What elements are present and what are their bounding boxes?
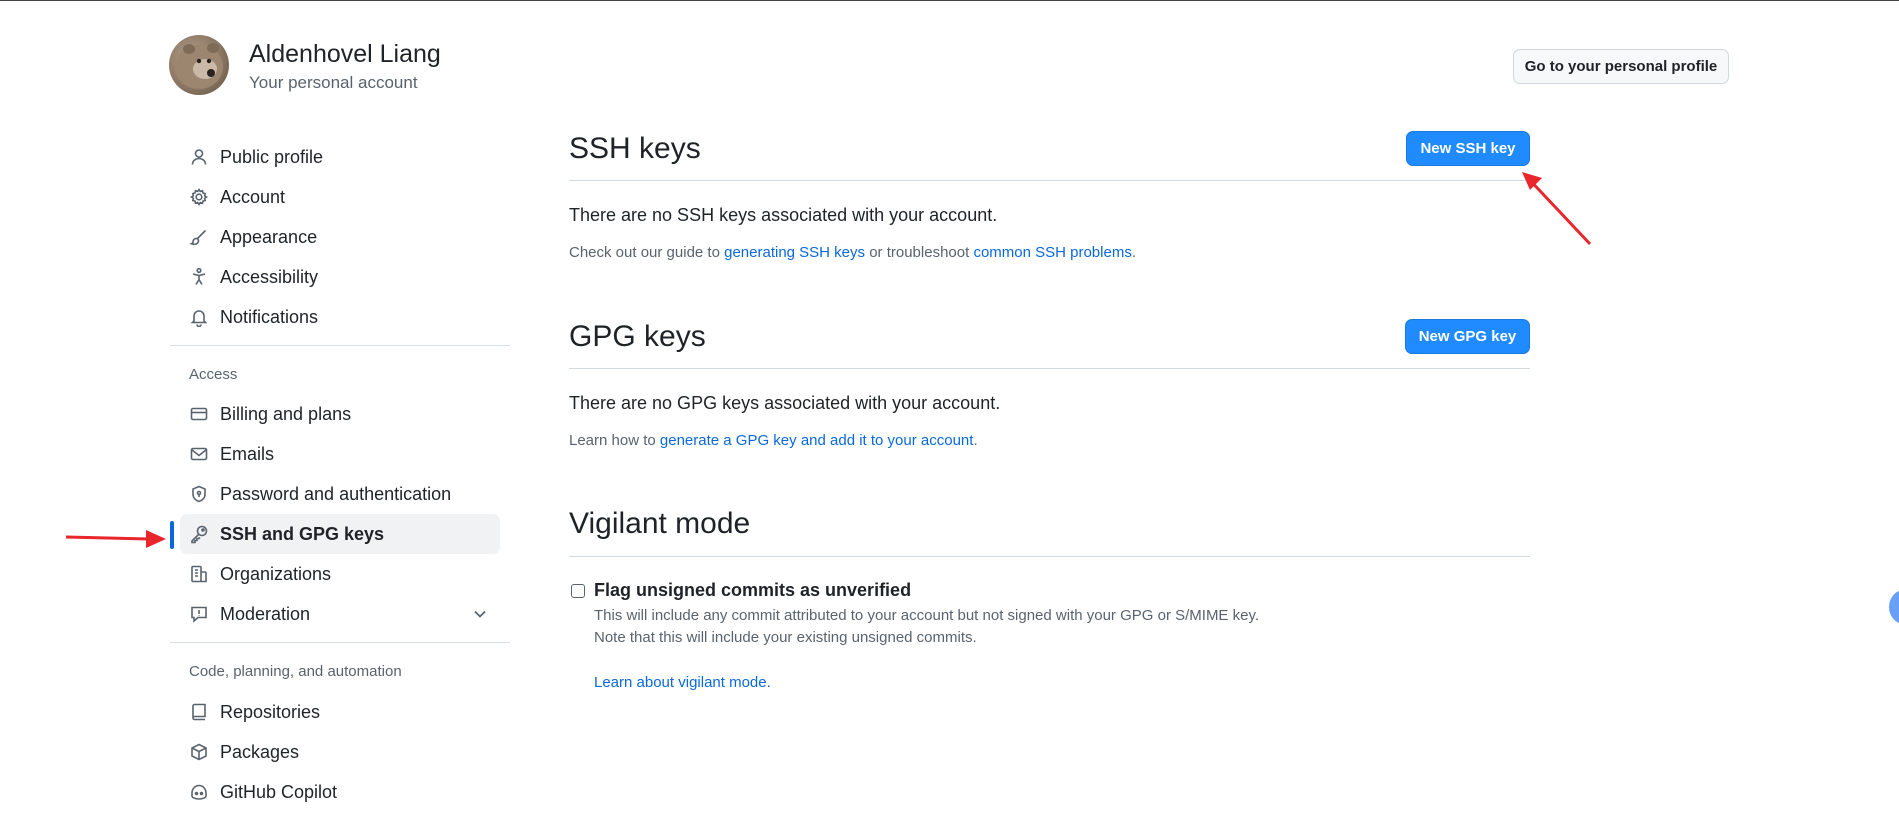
sidebar-item-repositories[interactable]: Repositories bbox=[180, 692, 500, 732]
ssh-keys-title: SSH keys bbox=[569, 132, 701, 165]
accessibility-icon bbox=[188, 266, 210, 288]
chevron-down-icon[interactable] bbox=[470, 604, 490, 624]
sidebar-item-label: Password and authentication bbox=[220, 483, 452, 504]
bell-icon bbox=[188, 306, 210, 328]
gpg-help-text: Learn how to generate a GPG key and add … bbox=[569, 432, 978, 449]
learn-vigilant-mode-link[interactable]: Learn about vigilant mode. bbox=[594, 674, 771, 691]
gear-icon bbox=[188, 186, 210, 208]
sidebar-item-label: Appearance bbox=[220, 226, 318, 247]
sidebar-item-label: Public profile bbox=[220, 146, 324, 167]
sidebar-item-label: Repositories bbox=[220, 701, 321, 722]
sidebar-item-label: Emails bbox=[220, 443, 275, 464]
account-subtitle: Your personal account bbox=[249, 73, 418, 92]
vigilant-description-2: Note that this will include your existin… bbox=[594, 629, 977, 646]
ssh-help-mid: or troubleshoot bbox=[865, 244, 974, 261]
sidebar-divider bbox=[170, 642, 510, 643]
person-icon bbox=[188, 146, 210, 168]
go-to-profile-button[interactable]: Go to your personal profile bbox=[1513, 49, 1729, 84]
avatar[interactable] bbox=[169, 35, 229, 95]
active-indicator bbox=[170, 521, 174, 549]
sidebar-heading-code: Code, planning, and automation bbox=[189, 663, 402, 680]
sidebar-item-organizations[interactable]: Organizations bbox=[180, 554, 500, 594]
sidebar-item-ssh-gpg-keys[interactable]: SSH and GPG keys bbox=[180, 514, 500, 554]
sidebar-item-public-profile[interactable]: Public profile bbox=[180, 137, 500, 177]
generating-ssh-keys-link[interactable]: generating SSH keys bbox=[724, 244, 865, 261]
account-name: Aldenhovel Liang bbox=[249, 40, 441, 68]
ssh-help-suffix: . bbox=[1131, 244, 1136, 261]
sidebar-item-appearance[interactable]: Appearance bbox=[180, 217, 500, 257]
sidebar-item-label: Organizations bbox=[220, 563, 332, 584]
section-divider bbox=[569, 368, 1530, 369]
edge-floating-button[interactable] bbox=[1889, 590, 1899, 624]
package-icon bbox=[188, 741, 210, 763]
ssh-empty-message: There are no SSH keys associated with yo… bbox=[569, 205, 998, 225]
gpg-empty-message: There are no GPG keys associated with yo… bbox=[569, 393, 1001, 413]
sidebar-item-label: Notifications bbox=[220, 306, 319, 327]
sidebar-item-label: GitHub Copilot bbox=[220, 781, 338, 802]
sidebar-item-accessibility[interactable]: Accessibility bbox=[180, 257, 500, 297]
sidebar-item-label: Billing and plans bbox=[220, 403, 352, 424]
key-icon bbox=[188, 523, 210, 545]
ssh-help-prefix: Check out our guide to bbox=[569, 244, 725, 261]
common-ssh-problems-link[interactable]: common SSH problems bbox=[973, 244, 1131, 261]
report-icon bbox=[188, 603, 210, 625]
flag-unsigned-label[interactable]: Flag unsigned commits as unverified bbox=[594, 580, 911, 601]
window-top-border bbox=[0, 0, 1899, 1]
sidebar-item-copilot[interactable]: GitHub Copilot bbox=[180, 772, 500, 812]
sidebar-item-label: Packages bbox=[220, 741, 300, 762]
copilot-icon bbox=[188, 781, 210, 803]
sidebar-item-packages[interactable]: Packages bbox=[180, 732, 500, 772]
vigilant-description-1: This will include any commit attributed … bbox=[594, 607, 1260, 624]
gpg-help-prefix: Learn how to bbox=[569, 432, 660, 449]
mail-icon bbox=[188, 443, 210, 465]
sidebar-item-label: SSH and GPG keys bbox=[220, 523, 385, 544]
section-divider bbox=[569, 180, 1530, 181]
sidebar-item-label: Accessibility bbox=[220, 266, 319, 287]
sidebar-item-emails[interactable]: Emails bbox=[180, 434, 500, 474]
sidebar-item-label: Account bbox=[220, 186, 286, 207]
gpg-keys-title: GPG keys bbox=[569, 320, 706, 353]
sidebar-item-notifications[interactable]: Notifications bbox=[180, 297, 500, 337]
sidebar-item-account[interactable]: Account bbox=[180, 177, 500, 217]
sidebar-divider bbox=[170, 345, 510, 346]
gpg-help-suffix: . bbox=[973, 432, 978, 449]
vigilant-mode-title: Vigilant mode bbox=[569, 507, 751, 540]
sidebar-item-moderation[interactable]: Moderation bbox=[180, 594, 500, 634]
generate-gpg-key-link[interactable]: generate a GPG key and add it to your ac… bbox=[660, 432, 974, 449]
sidebar-item-password[interactable]: Password and authentication bbox=[180, 474, 500, 514]
credit-card-icon bbox=[188, 403, 210, 425]
annotation-arrow-icon bbox=[65, 530, 166, 548]
new-gpg-key-button[interactable]: New GPG key bbox=[1405, 319, 1530, 354]
repo-icon bbox=[188, 701, 210, 723]
sidebar-heading-access: Access bbox=[189, 366, 238, 383]
new-ssh-key-button[interactable]: New SSH key bbox=[1406, 131, 1530, 166]
annotation-arrow-icon bbox=[1522, 172, 1592, 246]
shield-lock-icon bbox=[188, 483, 210, 505]
flag-unsigned-checkbox[interactable] bbox=[571, 584, 585, 598]
ssh-help-text: Check out our guide to generating SSH ke… bbox=[569, 244, 1136, 261]
sidebar-item-billing[interactable]: Billing and plans bbox=[180, 394, 500, 434]
paintbrush-icon bbox=[188, 226, 210, 248]
organization-icon bbox=[188, 563, 210, 585]
sidebar-item-label: Moderation bbox=[220, 603, 311, 624]
settings-page: Aldenhovel Liang Your personal account G… bbox=[0, 0, 1899, 827]
section-divider bbox=[569, 556, 1530, 557]
